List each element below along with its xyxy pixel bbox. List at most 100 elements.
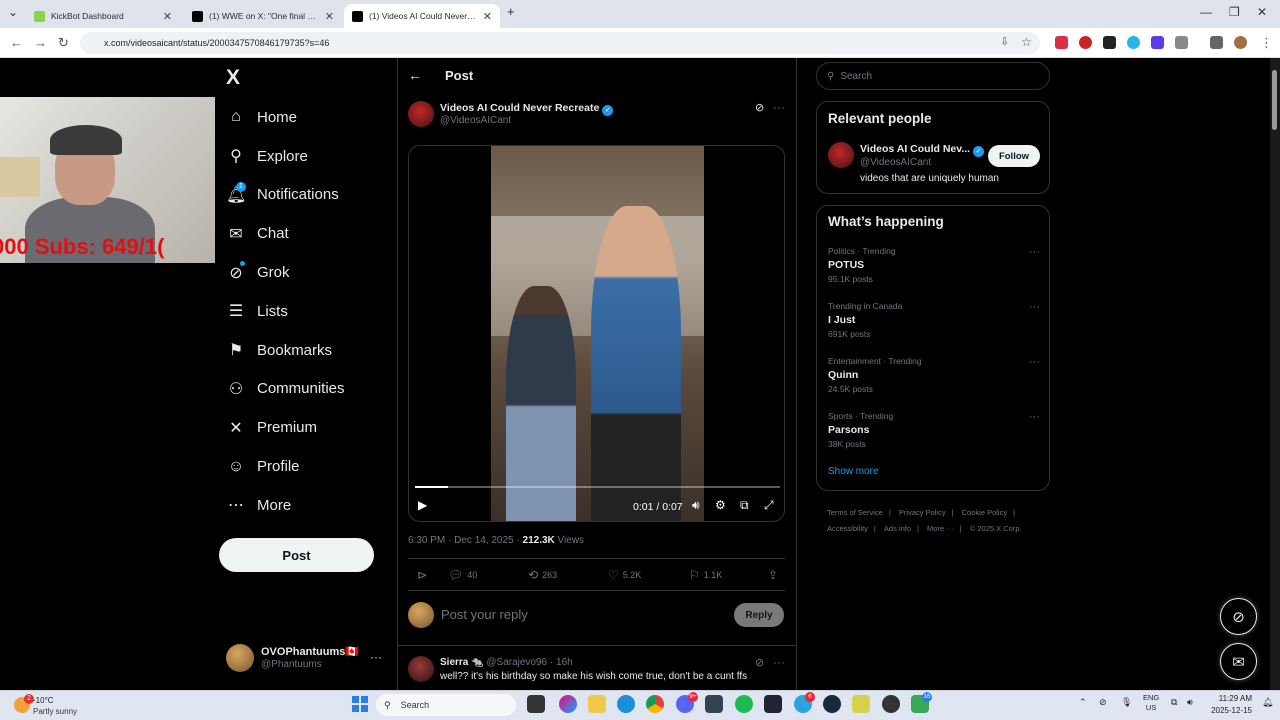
close-tab-icon[interactable]: ✕ <box>163 10 172 23</box>
install-app-icon[interactable]: ⇩ <box>1000 35 1009 48</box>
display-icon[interactable]: ⧉ <box>1171 697 1177 708</box>
commenter-avatar[interactable] <box>408 656 434 682</box>
footer-link[interactable]: Ads info <box>884 524 911 533</box>
bookmark-action[interactable]: ⚐ 1.1K <box>689 568 722 582</box>
trend-item[interactable]: Entertainment · Trending Quinn 24.5K pos… <box>828 356 1040 406</box>
settings-gear-icon[interactable]: ⚙ <box>715 498 726 512</box>
app-icon[interactable] <box>705 695 723 713</box>
taskbar-search[interactable]: ⚲ Search <box>376 694 516 716</box>
sidebar-item-profile[interactable]: ☺ Profile <box>226 447 345 486</box>
microphone-icon[interactable]: 🎙︎ <box>1121 697 1132 708</box>
post-more-icon[interactable]: ··· <box>773 100 785 114</box>
person-avatar[interactable] <box>828 142 854 168</box>
play-icon[interactable]: ▶ <box>418 498 427 512</box>
footer-link[interactable]: Accessibility <box>827 524 868 533</box>
notification-bell-icon[interactable]: 🔔︎ <box>1262 697 1273 708</box>
trend-more-icon[interactable]: ··· <box>1029 356 1040 368</box>
reply-button[interactable]: Reply <box>734 603 784 627</box>
browser-tab[interactable]: KickBot Dashboard ✕ <box>26 4 180 28</box>
account-more-icon[interactable]: ··· <box>370 650 382 664</box>
account-switcher[interactable]: OVOPhantuums🇨🇦 @Phantuums ··· <box>226 644 386 674</box>
trend-item[interactable]: Politics · Trending POTUS 95.1K posts ··… <box>828 246 1040 296</box>
grok-fab-icon[interactable]: ⊘ <box>1220 598 1257 635</box>
author-handle[interactable]: @VideosAICant <box>440 115 511 126</box>
sidebar-item-home[interactable]: ⌂ Home <box>226 98 345 137</box>
grok-explain-icon[interactable]: ⊘ <box>755 656 764 669</box>
edge-icon[interactable] <box>617 695 635 713</box>
system-clock[interactable]: 11:29 AM 2025-12-15 <box>1208 693 1252 717</box>
app-icon[interactable] <box>764 695 782 713</box>
comment-more-icon[interactable]: ··· <box>773 655 785 669</box>
person-handle[interactable]: @VideosAICant <box>860 157 931 168</box>
forward-icon[interactable]: → <box>34 35 47 50</box>
pip-icon[interactable]: ⧉ <box>740 498 749 513</box>
close-window-icon[interactable]: ✕ <box>1257 5 1267 19</box>
bookmark-star-icon[interactable]: ☆ <box>1021 35 1032 49</box>
sidebar-item-notifications[interactable]: 🔔︎ 1 Notifications <box>226 176 345 215</box>
fullscreen-icon[interactable]: ⤢ <box>764 498 774 513</box>
author-name[interactable]: Videos AI Could Never Recreate ✓ <box>440 102 614 116</box>
network-off-icon[interactable]: ⊘ <box>1099 697 1107 708</box>
share-action[interactable]: ⇪ <box>768 568 782 582</box>
taskview-icon[interactable] <box>527 695 545 713</box>
extension-icon[interactable] <box>1103 36 1116 49</box>
repost-action[interactable]: ⟲ 263 <box>528 568 557 582</box>
browser-tab[interactable]: (1) WWE on X: "One final goodbye" ✕ <box>184 4 342 28</box>
trend-more-icon[interactable]: ··· <box>1029 246 1040 258</box>
scrollbar-thumb[interactable] <box>1272 70 1277 130</box>
video-progress-bar[interactable] <box>415 486 780 488</box>
grok-explain-icon[interactable]: ⊘ <box>755 101 764 114</box>
reload-icon[interactable]: ↻ <box>58 35 69 51</box>
sidebar-item-premium[interactable]: ✕ Premium <box>226 408 345 447</box>
sidebar-item-communities[interactable]: ⚇ Communities <box>226 370 345 409</box>
show-more-link[interactable]: Show more <box>828 466 879 477</box>
back-arrow-icon[interactable]: ← <box>408 67 422 83</box>
close-tab-icon[interactable]: ✕ <box>483 10 492 23</box>
language-indicator[interactable]: ENG US <box>1143 693 1159 713</box>
trend-item[interactable]: Trending in Canada I Just 691K posts ··· <box>828 301 1040 351</box>
chrome-menu-icon[interactable]: ⋮ <box>1260 35 1273 51</box>
extension-icon[interactable] <box>1079 36 1092 49</box>
maximize-icon[interactable]: ❐ <box>1229 5 1240 19</box>
person-name[interactable]: Videos AI Could Nev... ✓ <box>860 143 985 157</box>
extension-icon[interactable] <box>1151 36 1164 49</box>
file-explorer-icon[interactable] <box>588 695 606 713</box>
chrome-icon[interactable] <box>646 695 664 713</box>
extensions-puzzle-icon[interactable] <box>1175 36 1188 49</box>
footer-link[interactable]: Terms of Service <box>827 508 883 517</box>
steam-icon[interactable] <box>823 695 841 713</box>
volume-icon[interactable]: 🔊︎ <box>1187 697 1193 708</box>
commenter-name[interactable]: Sierra 🐀 @Sarajevo96 · 16h <box>440 657 573 668</box>
close-tab-icon[interactable]: ✕ <box>325 10 334 23</box>
trend-more-icon[interactable]: ··· <box>1029 411 1040 423</box>
sidebar-item-chat[interactable]: ✉ Chat <box>226 214 345 253</box>
trend-item[interactable]: Sports · Trending Parsons 38K posts ··· <box>828 411 1040 461</box>
tab-search-icon[interactable]: ⌄ <box>8 5 18 19</box>
trend-more-icon[interactable]: ··· <box>1029 301 1040 313</box>
extension-icon[interactable] <box>1127 36 1140 49</box>
volume-icon[interactable]: 🔊︎ <box>692 498 700 513</box>
app-icon[interactable] <box>852 695 870 713</box>
post-button[interactable]: Post <box>219 538 374 572</box>
extension-icon[interactable] <box>1055 36 1068 49</box>
video-player[interactable]: ▶ 0:01 / 0:07 🔊︎ ⚙ ⧉ ⤢ <box>408 145 785 522</box>
back-icon[interactable]: ← <box>10 35 23 50</box>
like-action[interactable]: ♡ 5.2K <box>608 568 641 582</box>
obs-icon[interactable] <box>882 695 900 713</box>
profile-avatar-icon[interactable] <box>1234 36 1247 49</box>
copilot-icon[interactable] <box>559 695 577 713</box>
footer-link[interactable]: More ··· <box>927 524 954 533</box>
sidebar-item-lists[interactable]: ☰ Lists <box>226 292 345 331</box>
messages-fab-icon[interactable]: ✉ <box>1220 643 1257 680</box>
url-field[interactable]: x.com/videosaicant/status/20003475708461… <box>80 32 1040 54</box>
weather-widget[interactable]: 2 -10°C Partly sunny <box>14 694 124 718</box>
page-scrollbar[interactable] <box>1270 58 1280 690</box>
reply-input[interactable]: Post your reply <box>441 607 528 622</box>
reply-action[interactable]: 💬︎ 40 <box>448 568 477 582</box>
reading-list-icon[interactable] <box>1210 36 1223 49</box>
search-input[interactable]: ⚲ Search <box>816 62 1050 90</box>
windows-start-icon[interactable] <box>352 696 368 712</box>
tray-chevron-icon[interactable]: ⌃ <box>1079 697 1087 708</box>
sidebar-item-more[interactable]: ⋯ More <box>226 486 345 525</box>
footer-link[interactable]: Cookie Policy <box>962 508 1007 517</box>
